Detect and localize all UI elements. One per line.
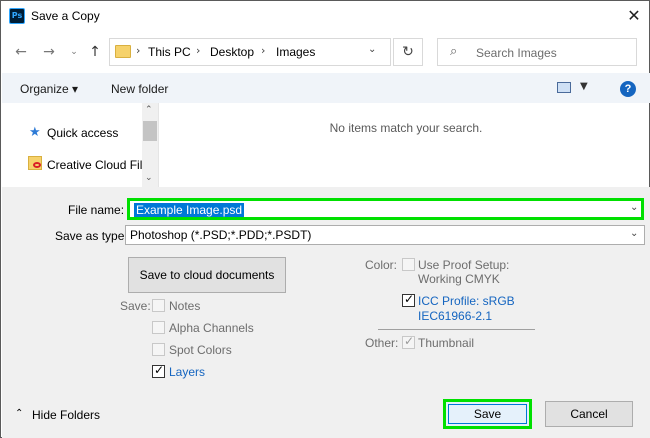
address-dropdown-icon[interactable]: ⌄ (368, 44, 376, 55)
file-name-field[interactable]: Example Image.psd ⌄ (127, 198, 644, 220)
title-bar: Ps Save a Copy ✕ (1, 1, 649, 31)
address-bar[interactable]: › This PC › Desktop › Images ⌄ (109, 38, 391, 66)
layers-label: Layers (169, 365, 206, 379)
color-options-label: Color: (365, 258, 398, 272)
hide-folders-button[interactable]: Hide Folders (32, 408, 100, 422)
organize-menu-button[interactable]: Organize ▾ (20, 82, 78, 96)
save-as-type-dropdown-icon[interactable]: ⌄ (630, 228, 638, 239)
icc-profile-label: ICC Profile: sRGB (418, 294, 515, 308)
save-as-type-value: Photoshop (*.PSD;*.PDD;*.PSDT) (130, 228, 312, 242)
thumbnail-label: Thumbnail (418, 336, 475, 350)
navigation-pane-scrollbar[interactable]: ⌃ ⌄ (142, 103, 158, 187)
file-name-label: File name: (68, 203, 125, 217)
breadcrumb-images[interactable]: Images (276, 45, 315, 59)
save-to-cloud-button[interactable]: Save to cloud documents (128, 257, 286, 293)
file-name-dropdown-icon[interactable]: ⌄ (630, 202, 638, 213)
icc-profile-name: IEC61966-2.1 (418, 309, 493, 323)
save-button-label: Save (473, 407, 502, 421)
search-icon: ⌕ (450, 44, 458, 59)
view-dropdown-icon[interactable]: ▼ (580, 81, 588, 92)
save-as-type-label: Save as type: (55, 229, 128, 243)
up-arrow-icon[interactable]: ↑ (85, 41, 105, 63)
chevron-right-icon[interactable]: › (136, 44, 140, 57)
options-divider (378, 329, 535, 330)
file-name-input[interactable]: Example Image.psd (134, 203, 245, 217)
breadcrumb-this-pc[interactable]: This PC (148, 45, 191, 59)
notes-checkbox[interactable] (152, 299, 165, 312)
other-options-label: Other: (365, 336, 399, 350)
search-box[interactable]: ⌕ Search Images (437, 38, 637, 66)
window-title: Save a Copy (31, 9, 100, 23)
new-folder-button[interactable]: New folder (111, 82, 168, 96)
scrollbar-thumb[interactable] (143, 121, 157, 141)
layers-checkbox[interactable] (152, 363, 165, 378)
recent-locations-chevron-icon[interactable]: ⌄ (64, 41, 84, 63)
spot-colors-checkbox[interactable] (152, 343, 165, 356)
folder-icon (115, 45, 131, 58)
forward-arrow-icon[interactable]: → (39, 41, 59, 63)
use-proof-setup-checkbox[interactable] (402, 258, 415, 271)
search-input[interactable]: Search Images (476, 46, 557, 60)
use-proof-setup-label: Use Proof Setup: (418, 258, 510, 272)
sidebar-item-quick-access[interactable]: Quick access (47, 126, 118, 140)
creative-cloud-folder-icon (28, 156, 42, 170)
navigation-pane: ★ Quick access Creative Cloud Fil (2, 103, 158, 187)
close-icon[interactable]: ✕ (623, 5, 645, 27)
save-dialog-window: Ps Save a Copy ✕ ← → ⌄ ↑ › This PC › Des… (0, 0, 650, 438)
help-icon[interactable]: ? (620, 81, 636, 97)
refresh-icon[interactable]: ↻ (393, 38, 423, 66)
scroll-down-icon[interactable]: ⌄ (145, 173, 153, 183)
proof-setup-profile: Working CMYK (418, 272, 500, 286)
spot-colors-label: Spot Colors (169, 343, 232, 357)
save-button[interactable]: Save (443, 399, 532, 429)
alpha-channels-label: Alpha Channels (169, 321, 254, 335)
icc-profile-checkbox[interactable] (402, 292, 415, 307)
cancel-button[interactable]: Cancel (545, 401, 633, 427)
pane-divider (158, 103, 159, 187)
photoshop-app-icon: Ps (9, 8, 25, 24)
back-arrow-icon[interactable]: ← (11, 41, 31, 63)
chevron-up-icon[interactable]: ⌃ (15, 408, 23, 419)
chevron-right-icon[interactable]: › (261, 44, 265, 57)
scroll-up-icon[interactable]: ⌃ (145, 105, 153, 115)
save-options-label: Save: (120, 299, 151, 313)
save-as-type-select[interactable]: Photoshop (*.PSD;*.PDD;*.PSDT) ⌄ (125, 225, 645, 245)
thumbnail-checkbox[interactable] (402, 334, 415, 349)
empty-list-message: No items match your search. (329, 121, 483, 135)
star-icon: ★ (29, 125, 41, 140)
chevron-right-icon[interactable]: › (196, 44, 200, 57)
breadcrumb-desktop[interactable]: Desktop (210, 45, 254, 59)
command-toolbar: Organize ▾ New folder ▼ ? (2, 73, 650, 103)
alpha-channels-checkbox[interactable] (152, 321, 165, 334)
view-options-icon[interactable] (557, 82, 571, 93)
sidebar-item-creative-cloud[interactable]: Creative Cloud Fil (47, 158, 142, 172)
notes-label: Notes (169, 299, 201, 313)
